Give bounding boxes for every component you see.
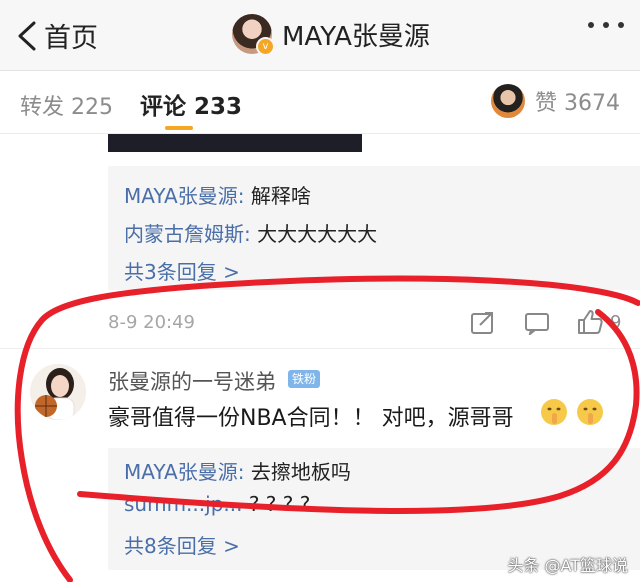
top-nav-bar: 首页 v MAYA张曼源 [0,0,640,71]
tab-repost-label: 转发 [20,95,65,120]
tab-comments[interactable]: 评论 233 [140,87,242,121]
active-tab-indicator [165,126,193,130]
page-title: MAYA张曼源 [282,21,430,52]
reply-item[interactable]: summ...jp... ? ? ? ? [124,492,310,516]
reply-user[interactable]: 内蒙古詹姆斯: [124,222,251,246]
reply-item[interactable]: MAYA张曼源: 去擦地板吗 [124,456,351,485]
reply-preview-box[interactable]: MAYA张曼源: 解释啥 内蒙古詹姆斯: 大大大大大大 共3条回复 > [108,166,640,290]
shush-emoji-icon [577,399,603,425]
back-label: 首页 [44,23,98,54]
reply-item[interactable]: 内蒙古詹姆斯: 大大大大大大 [124,218,377,247]
comment-timestamp: 8-9 20:49 [108,312,195,333]
author-avatar[interactable]: v [232,14,275,56]
shush-emoji-icon [541,399,567,425]
thumbs-up-icon[interactable] [576,308,604,336]
reply-user[interactable]: MAYA张曼源: [124,184,244,208]
commenter-name[interactable]: 张曼源的一号迷弟 [108,366,276,396]
tab-likes-count: 3674 [564,91,620,116]
commenter-avatar[interactable] [30,364,86,420]
comment-text: 豪哥值得一份NBA合同！！ 对吧，源哥哥 [108,406,514,431]
reply-text: ? ? ? ? [242,492,311,516]
like-count: 9 [610,312,622,333]
header-title-group[interactable]: v MAYA张曼源 [232,14,430,56]
reply-item[interactable]: MAYA张曼源: 解释啥 [124,180,311,209]
tab-comments-label: 评论 [140,94,186,120]
tab-comments-count: 233 [194,94,243,120]
tab-likes-label: 赞 [534,91,557,116]
view-more-replies-link[interactable]: 共3条回复 > [124,256,240,285]
tab-likes[interactable]: 赞 3674 [490,84,620,118]
fan-badge: 铁粉 [288,370,321,388]
reply-text: 大大大大大大 [250,222,378,246]
comment-icon[interactable] [524,311,550,335]
chevron-left-icon [18,21,36,50]
reply-user[interactable]: MAYA张曼源: [124,460,244,484]
tab-repost-count: 225 [71,95,114,120]
reply-text: 解释啥 [244,184,311,208]
comment-image[interactable] [108,134,362,152]
back-button[interactable]: 首页 [16,16,98,55]
view-more-replies-link[interactable]: 共8条回复 > [124,530,240,559]
share-icon[interactable] [470,311,496,335]
reply-user[interactable]: summ...jp... [124,492,242,516]
liker-avatar [490,84,525,118]
reply-text: 去擦地板吗 [244,460,351,484]
divider [0,348,640,349]
commenter-avatar-image [30,364,86,420]
more-options-icon[interactable] [588,22,624,28]
tab-bar: 转发 225 评论 233 赞 3674 [0,71,640,134]
tab-repost[interactable]: 转发 225 [20,89,113,121]
verified-icon: v [256,37,275,56]
watermark: 头条 @AT篮球说 [507,556,628,575]
